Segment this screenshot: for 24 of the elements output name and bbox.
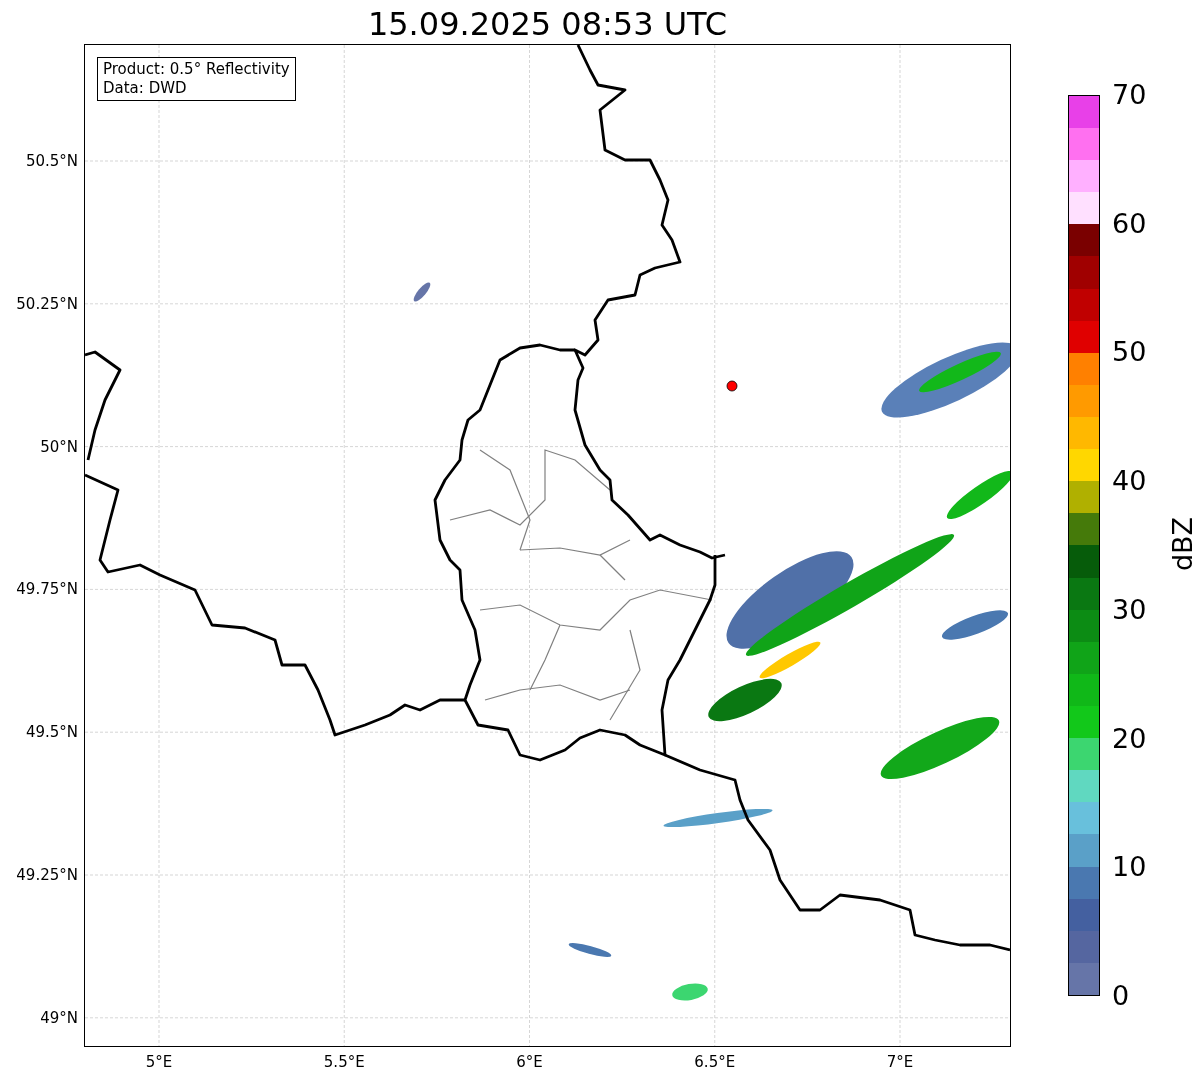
colorbar-tick-label: 10: [1112, 851, 1147, 884]
latitude-label: 50.5°N: [25, 151, 78, 171]
colorbar-tick-label: 60: [1112, 207, 1147, 240]
legend-text: Data: DWD: [103, 79, 188, 98]
longitude-label: 5.5°E: [322, 1052, 366, 1072]
legend-text: Product: 0.5° Reflectivity: [103, 60, 290, 79]
colorbar-label: dBZ: [1167, 516, 1200, 572]
latitude-label: 49°N: [40, 1007, 78, 1028]
longitude-label: 5°E: [144, 1052, 174, 1072]
colorbar-tick-label: 50: [1112, 336, 1147, 369]
longitude-label: 6.5°E: [693, 1052, 737, 1072]
colorbar-tick-label: 20: [1112, 722, 1147, 755]
longitude-label: 7°E: [885, 1052, 915, 1072]
chart-title: 15.09.2025 08:53 UTC: [366, 4, 729, 44]
colorbar-tick-label: 70: [1112, 79, 1147, 111]
longitude-label: 6°E: [515, 1052, 544, 1072]
latitude-label: 50°N: [40, 436, 78, 457]
colorbar-tick-label: 30: [1112, 593, 1147, 626]
latitude-label: 49.75°N: [16, 579, 78, 600]
colorbar-tick-label: 40: [1112, 465, 1147, 498]
colorbar-tick-label: 0: [1112, 980, 1130, 1012]
latitude-label: 50.25°N: [16, 293, 78, 314]
latitude-label: 49.5°N: [25, 722, 78, 743]
latitude-label: 49.25°N: [16, 865, 78, 885]
